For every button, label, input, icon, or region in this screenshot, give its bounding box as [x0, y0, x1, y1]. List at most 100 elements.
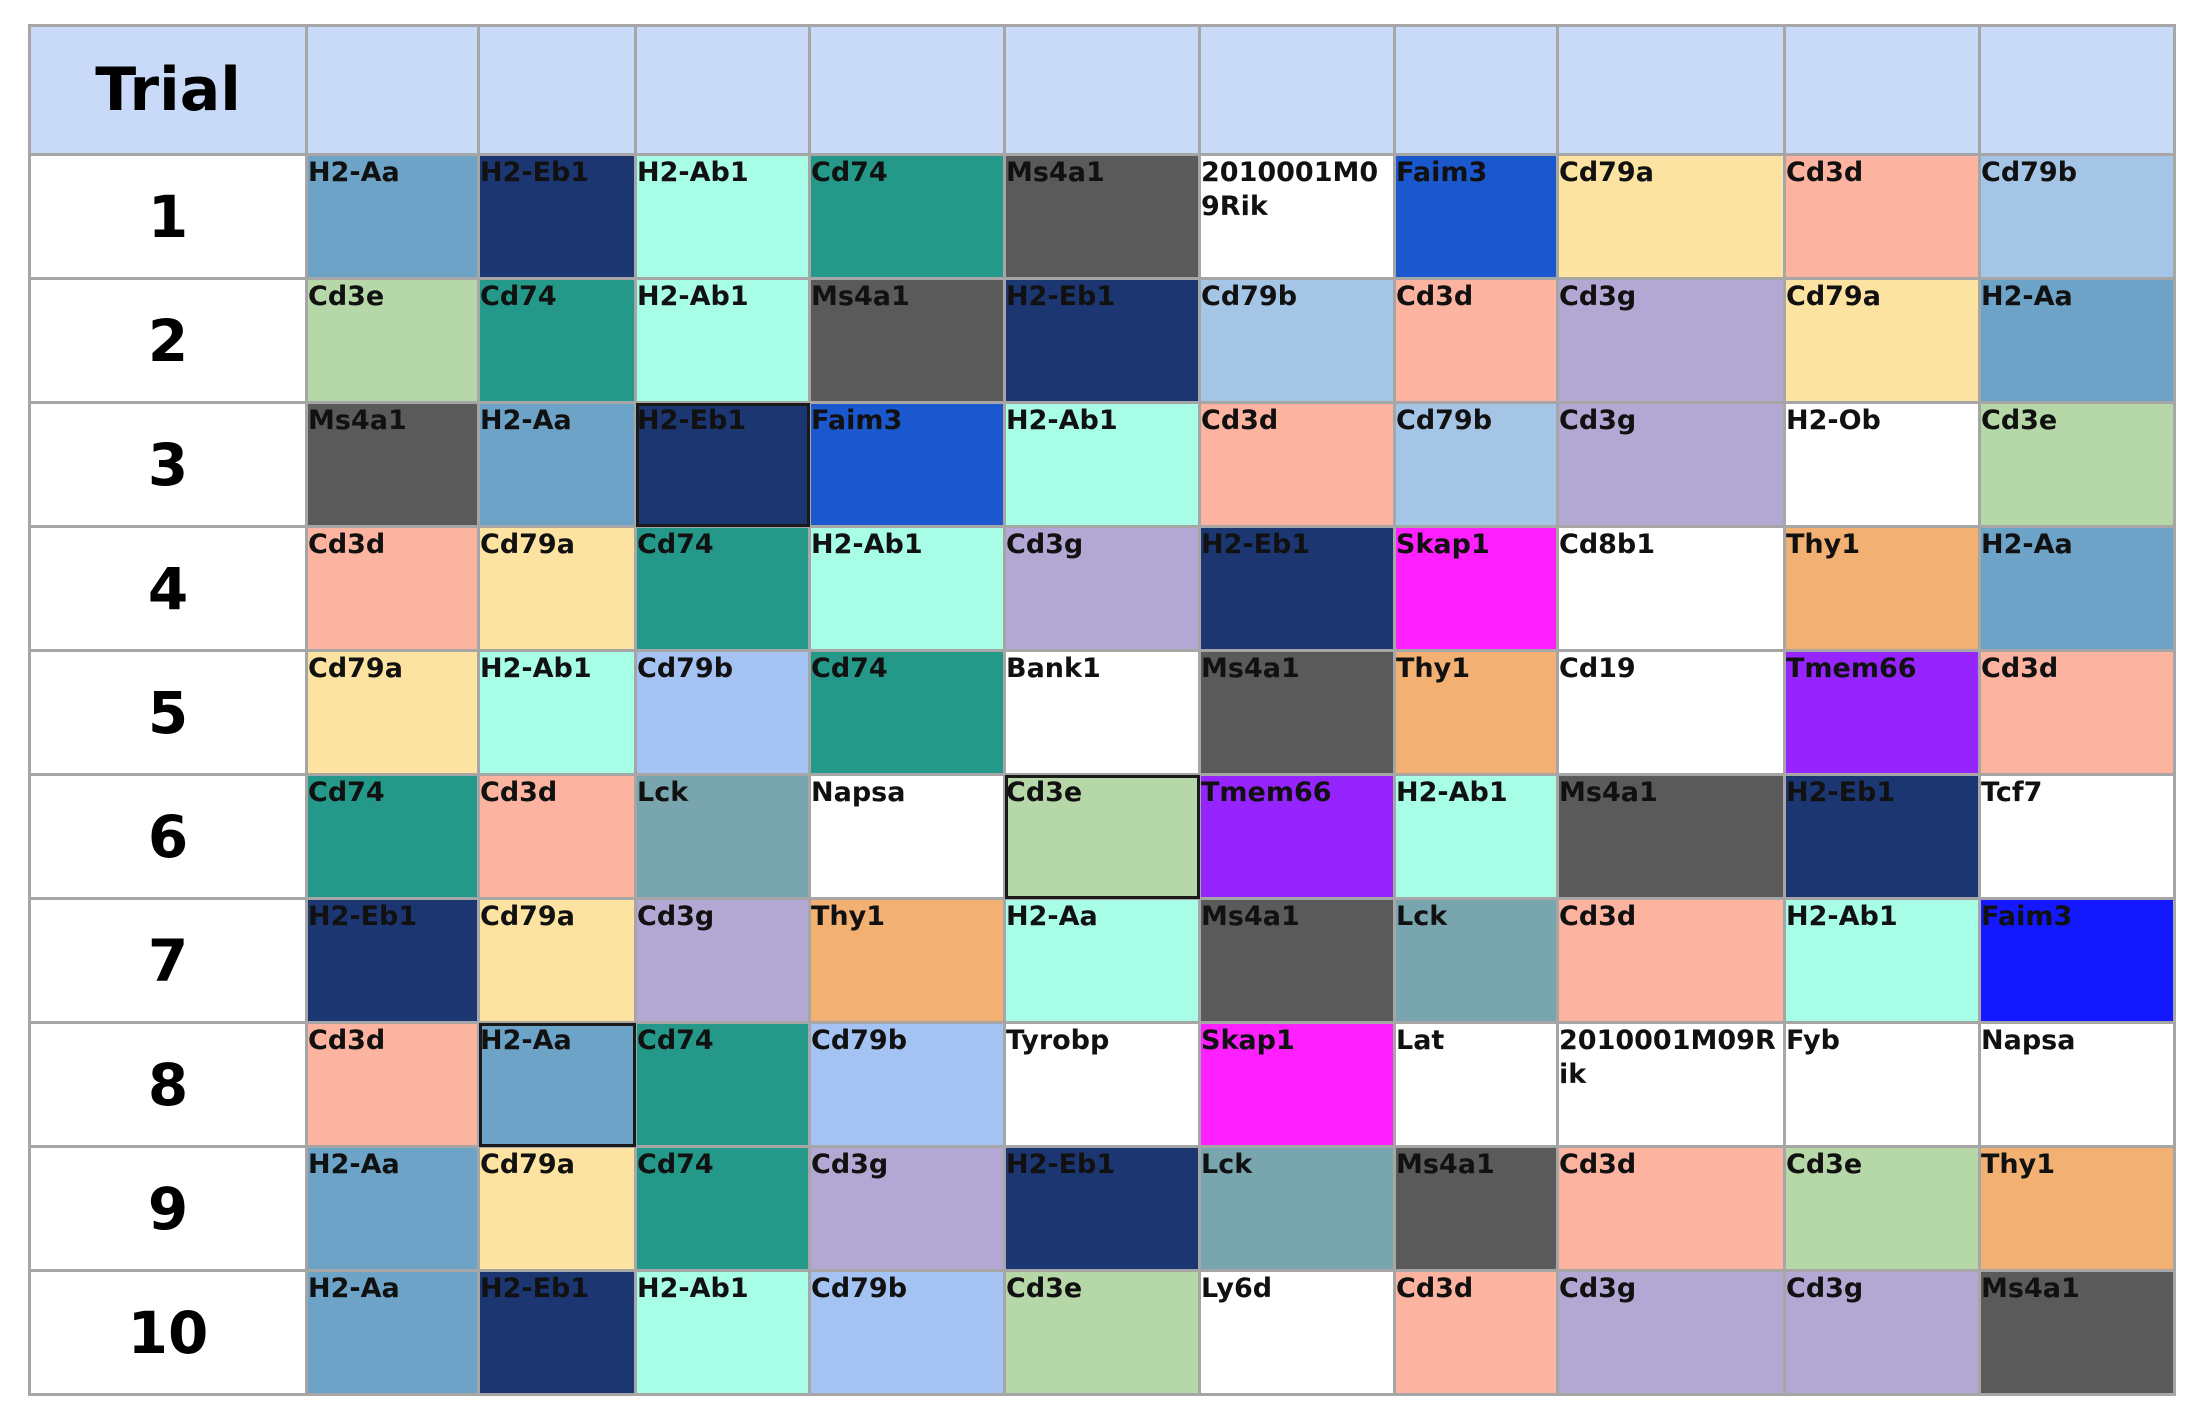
gene-cell[interactable]: Faim3	[1393, 153, 1559, 280]
gene-cell[interactable]: Cd3g	[1556, 401, 1786, 528]
gene-cell[interactable]: Cd8b1	[1556, 525, 1786, 652]
gene-cell[interactable]: Ms4a1	[808, 277, 1006, 404]
gene-cell[interactable]: Ms4a1	[1003, 153, 1201, 280]
gene-cell[interactable]: H2-Aa	[1978, 525, 2176, 652]
gene-cell[interactable]: Thy1	[808, 897, 1006, 1024]
gene-cell[interactable]: Cd19	[1556, 649, 1786, 776]
gene-cell[interactable]: Thy1	[1978, 1145, 2176, 1272]
gene-cell[interactable]: H2-Aa	[305, 1269, 480, 1396]
gene-cell[interactable]: Faim3	[1978, 897, 2176, 1024]
gene-cell[interactable]: H2-Aa	[305, 153, 480, 280]
gene-cell[interactable]: Thy1	[1783, 525, 1981, 652]
gene-cell[interactable]: H2-Aa	[1003, 897, 1201, 1024]
gene-cell[interactable]: H2-Aa	[305, 1145, 480, 1272]
gene-cell[interactable]: Cd3g	[808, 1145, 1006, 1272]
gene-cell[interactable]: Cd3g	[1556, 277, 1786, 404]
gene-cell[interactable]: Cd79b	[1393, 401, 1559, 528]
gene-cell[interactable]: H2-Ob	[1783, 401, 1981, 528]
gene-cell[interactable]: Cd3e	[1003, 773, 1201, 900]
gene-cell[interactable]: Cd3e	[1783, 1145, 1981, 1272]
gene-cell[interactable]: Ms4a1	[1393, 1145, 1559, 1272]
gene-cell[interactable]: Skap1	[1198, 1021, 1396, 1148]
gene-cell[interactable]: Cd74	[634, 1021, 811, 1148]
gene-cell[interactable]: Cd79b	[634, 649, 811, 776]
gene-cell[interactable]: Cd79b	[1978, 153, 2176, 280]
gene-cell[interactable]: Lat	[1393, 1021, 1559, 1148]
gene-cell[interactable]: H2-Ab1	[1783, 897, 1981, 1024]
gene-cell[interactable]: Tmem66	[1783, 649, 1981, 776]
gene-cell[interactable]: Cd3d	[305, 525, 480, 652]
gene-cell[interactable]: H2-Eb1	[477, 1269, 637, 1396]
gene-cell[interactable]: Napsa	[1978, 1021, 2176, 1148]
gene-cell[interactable]: Cd79a	[477, 525, 637, 652]
gene-cell[interactable]: H2-Aa	[477, 401, 637, 528]
gene-cell[interactable]: Ms4a1	[1556, 773, 1786, 900]
gene-cell[interactable]: Ms4a1	[1198, 897, 1396, 1024]
gene-cell[interactable]: Cd3d	[1978, 649, 2176, 776]
gene-cell[interactable]: H2-Aa	[1978, 277, 2176, 404]
gene-cell[interactable]: Ms4a1	[305, 401, 480, 528]
gene-cell[interactable]: H2-Ab1	[1393, 773, 1559, 900]
gene-cell[interactable]: H2-Ab1	[1003, 401, 1201, 528]
gene-cell[interactable]: Cd79a	[477, 897, 637, 1024]
gene-cell[interactable]: H2-Eb1	[634, 401, 811, 528]
gene-cell[interactable]: Fyb	[1783, 1021, 1981, 1148]
gene-cell[interactable]: Cd3g	[634, 897, 811, 1024]
gene-cell[interactable]: Cd3g	[1003, 525, 1201, 652]
gene-cell[interactable]: Cd3e	[1978, 401, 2176, 528]
gene-cell[interactable]: H2-Ab1	[634, 277, 811, 404]
gene-cell[interactable]: Ly6d	[1198, 1269, 1396, 1396]
gene-cell[interactable]: Bank1	[1003, 649, 1201, 776]
gene-cell[interactable]: Ms4a1	[1198, 649, 1396, 776]
gene-cell[interactable]: H2-Ab1	[634, 1269, 811, 1396]
gene-cell[interactable]: Cd3d	[305, 1021, 480, 1148]
gene-cell[interactable]: Ms4a1	[1978, 1269, 2176, 1396]
gene-cell[interactable]: Cd79a	[1556, 153, 1786, 280]
gene-cell[interactable]: Cd3d	[477, 773, 637, 900]
gene-cell[interactable]: H2-Eb1	[1783, 773, 1981, 900]
gene-cell[interactable]: 2010001M09Rik	[1198, 153, 1396, 280]
gene-cell[interactable]: Cd3d	[1783, 153, 1981, 280]
gene-cell[interactable]: Cd3g	[1783, 1269, 1981, 1396]
gene-cell[interactable]: Cd79b	[808, 1269, 1006, 1396]
gene-cell[interactable]: Napsa	[808, 773, 1006, 900]
gene-cell[interactable]: Tcf7	[1978, 773, 2176, 900]
gene-cell[interactable]: Faim3	[808, 401, 1006, 528]
gene-cell[interactable]: H2-Aa	[477, 1021, 637, 1148]
gene-cell[interactable]: Cd3d	[1198, 401, 1396, 528]
gene-cell[interactable]: Thy1	[1393, 649, 1559, 776]
gene-cell[interactable]: Cd3d	[1393, 277, 1559, 404]
gene-cell[interactable]: Cd79a	[477, 1145, 637, 1272]
gene-cell[interactable]: Cd3e	[1003, 1269, 1201, 1396]
gene-cell[interactable]: Cd79a	[305, 649, 480, 776]
gene-cell[interactable]: H2-Eb1	[1198, 525, 1396, 652]
gene-cell[interactable]: H2-Eb1	[305, 897, 480, 1024]
gene-cell[interactable]: Cd3g	[1556, 1269, 1786, 1396]
gene-cell[interactable]: Lck	[634, 773, 811, 900]
gene-cell[interactable]: Lck	[1198, 1145, 1396, 1272]
gene-cell[interactable]: Cd74	[808, 153, 1006, 280]
gene-cell[interactable]: 2010001M09Rik	[1556, 1021, 1786, 1148]
gene-cell[interactable]: Cd3e	[305, 277, 480, 404]
gene-cell[interactable]: Lck	[1393, 897, 1559, 1024]
gene-cell[interactable]: Cd74	[305, 773, 480, 900]
gene-cell[interactable]: Cd79a	[1783, 277, 1981, 404]
gene-cell[interactable]: H2-Eb1	[1003, 1145, 1201, 1272]
gene-cell[interactable]: H2-Eb1	[1003, 277, 1201, 404]
gene-cell[interactable]: H2-Ab1	[634, 153, 811, 280]
gene-cell[interactable]: Cd3d	[1556, 897, 1786, 1024]
gene-cell[interactable]: Cd74	[808, 649, 1006, 776]
gene-cell[interactable]: H2-Ab1	[477, 649, 637, 776]
gene-cell[interactable]: Cd79b	[808, 1021, 1006, 1148]
gene-cell[interactable]: Cd79b	[1198, 277, 1396, 404]
gene-cell[interactable]: Cd3d	[1556, 1145, 1786, 1272]
gene-cell[interactable]: Cd3d	[1393, 1269, 1559, 1396]
gene-cell[interactable]: Tmem66	[1198, 773, 1396, 900]
gene-cell[interactable]: Cd74	[477, 277, 637, 404]
gene-cell[interactable]: Skap1	[1393, 525, 1559, 652]
gene-cell[interactable]: Cd74	[634, 525, 811, 652]
gene-cell[interactable]: H2-Eb1	[477, 153, 637, 280]
gene-cell[interactable]: Tyrobp	[1003, 1021, 1201, 1148]
gene-cell[interactable]: H2-Ab1	[808, 525, 1006, 652]
gene-cell[interactable]: Cd74	[634, 1145, 811, 1272]
